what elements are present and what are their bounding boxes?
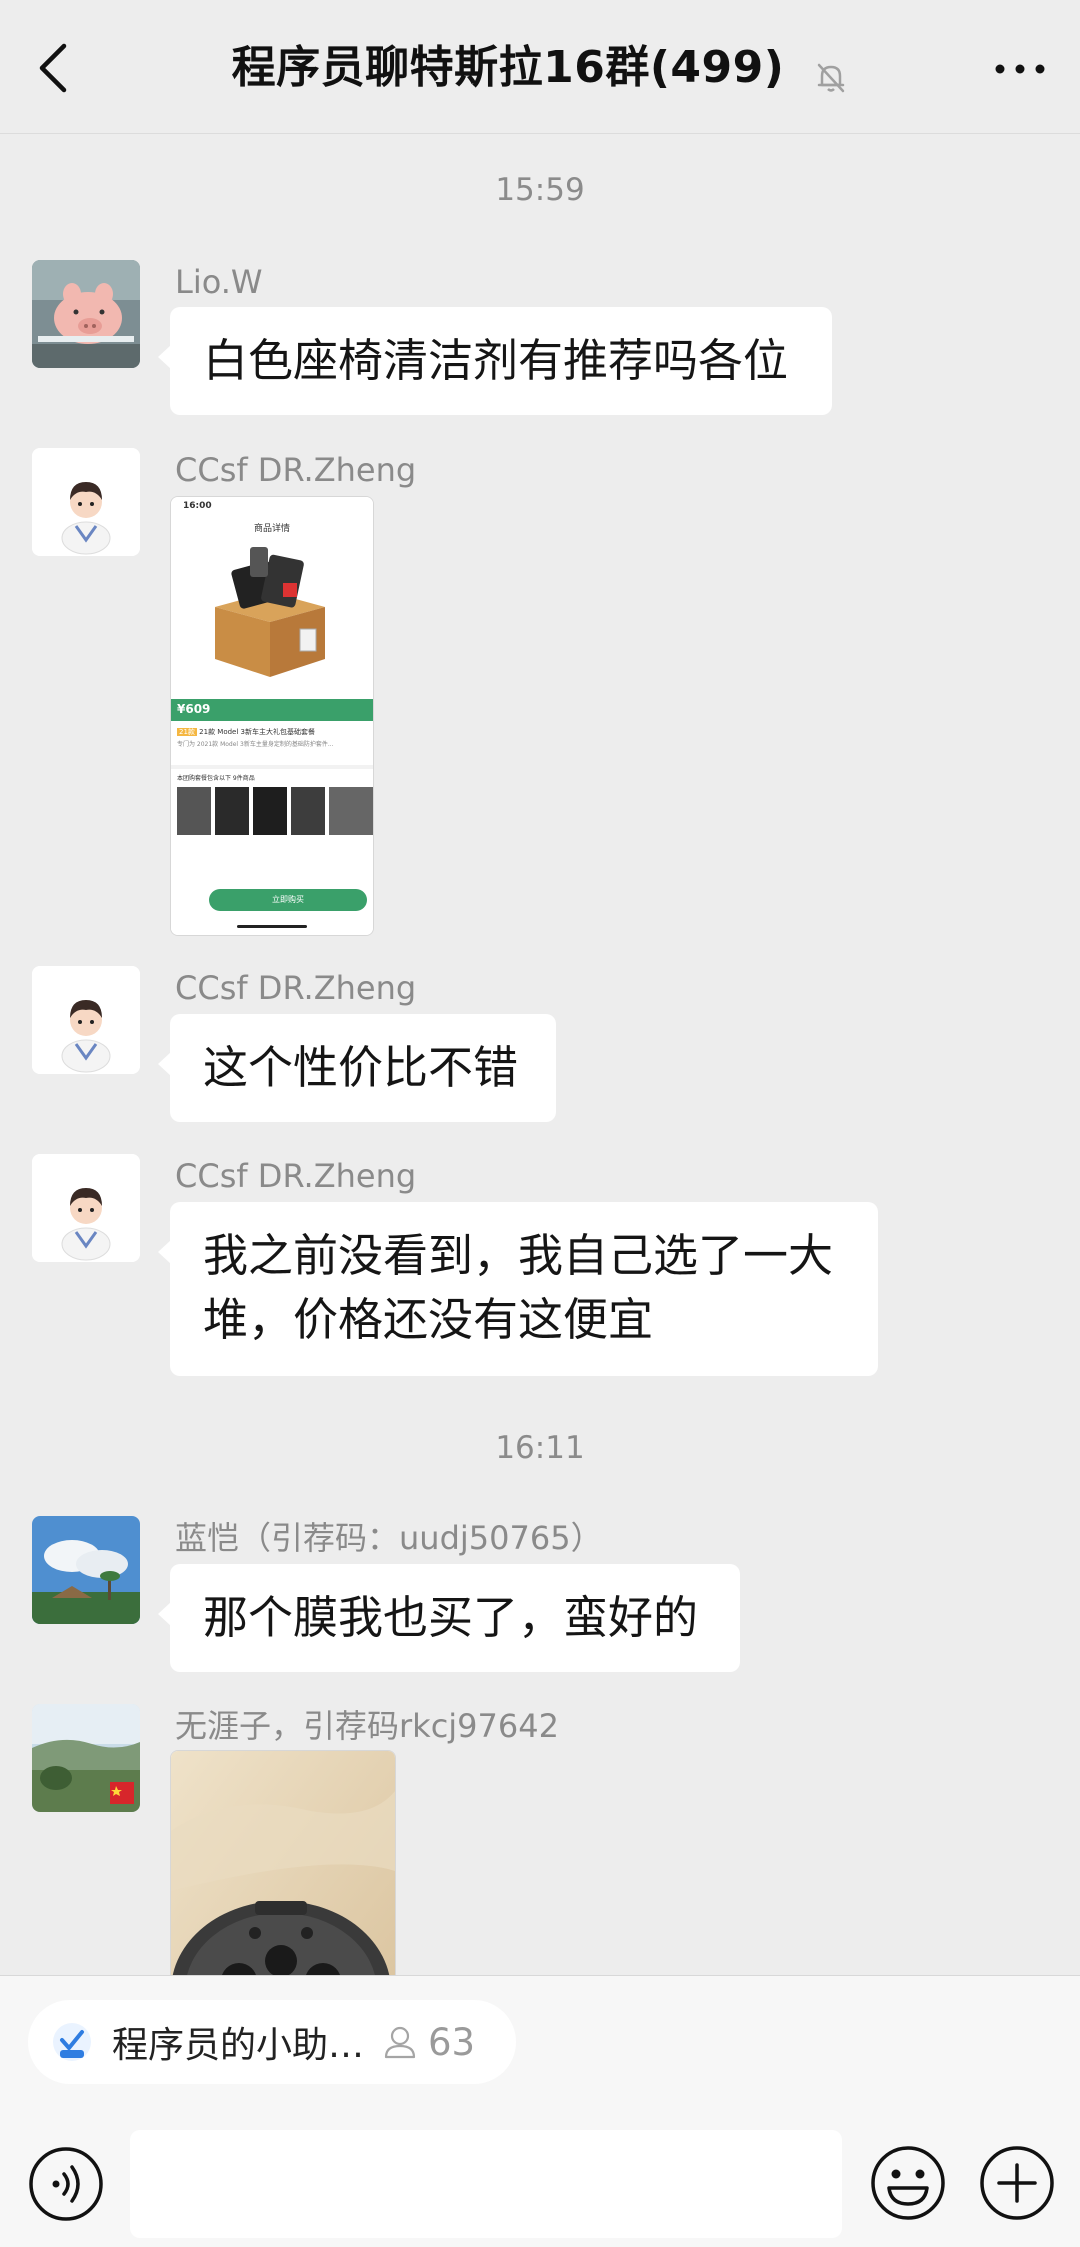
image-status-time: 16:00 (183, 501, 212, 511)
photo-image[interactable] (170, 1750, 396, 1975)
mini-program-logo-icon (53, 2023, 91, 2061)
sender-name: 无涯子，引荐码rkcj97642 (175, 1707, 559, 1745)
charging-port-photo (171, 1751, 395, 1975)
image-product-desc: 专门为 2021款 Model 3新车主量身定制的基础防护套件... (177, 741, 334, 748)
message-bubble[interactable]: 这个性价比不错 (158, 1014, 556, 1122)
person-icon (384, 2026, 416, 2059)
message-bubble[interactable]: 白色座椅清洁剂有推荐吗各位 (158, 307, 832, 415)
avatar[interactable] (32, 966, 140, 1074)
avatar[interactable] (32, 1704, 140, 1812)
message-line: 我之前没看到，我自己选了一大 (203, 1229, 834, 1282)
price-bar: ¥609 (171, 699, 373, 721)
chat-input-area: 程序员的小助… 63 (0, 1975, 1080, 2247)
timestamp: 15:59 (495, 172, 585, 208)
emoji-icon[interactable] (869, 2144, 947, 2222)
message-input[interactable] (130, 2130, 842, 2238)
avatar[interactable] (32, 1516, 140, 1624)
voice-input-icon[interactable] (28, 2146, 104, 2222)
sender-name: CCsf DR.Zheng (175, 1157, 417, 1195)
sender-name: CCsf DR.Zheng (175, 451, 417, 489)
image-page-title: 商品详情 (253, 524, 290, 534)
product-screenshot-image[interactable]: 16:00 商品详情 ¥609 21款 21款 Model 3新车主大礼包基础套… (170, 496, 374, 936)
sender-name: Lio.W (175, 263, 263, 301)
message-bubble[interactable]: 我之前没看到，我自己选了一大 堆，价格还没有这便宜 (158, 1202, 878, 1376)
chat-header: 程序员聊特斯拉16群(499) (0, 0, 1080, 134)
message-list[interactable]: 15:59 Lio.W 白色座椅清洁剂有推荐吗各位 CCsf DR.Zheng (0, 134, 1080, 1975)
image-section-title: 本团购套餐包含以下 9件商品 (177, 775, 255, 782)
image-price: ¥609 (177, 702, 211, 716)
image-buy-button: 立即购买 (209, 889, 367, 911)
timestamp: 16:11 (495, 1430, 585, 1466)
product-box-illustration (215, 547, 325, 677)
chat-title-area[interactable]: 程序员聊特斯拉16群(499) (0, 38, 1080, 98)
more-functions-plus-icon[interactable] (978, 2144, 1056, 2222)
image-product-title: 21款 21款 Model 3新车主大礼包基础套餐 (177, 728, 315, 736)
sender-name: 蓝恺（引荐码：uudj50765） (175, 1519, 603, 1557)
muted-bell-icon (814, 51, 848, 93)
chat-title: 程序员聊特斯拉16群(499) (231, 42, 785, 93)
message-line: 堆，价格还没有这便宜 (203, 1293, 654, 1346)
message-bubble[interactable]: 那个膜我也买了，蛮好的 (158, 1564, 740, 1672)
avatar[interactable] (32, 448, 140, 556)
sender-name: CCsf DR.Zheng (175, 969, 417, 1007)
mini-program-pill[interactable]: 程序员的小助… 63 (28, 2000, 516, 2084)
mini-program-label: 程序员的小助… (112, 2025, 365, 2066)
member-count: 63 (428, 2020, 476, 2064)
more-options-icon[interactable] (990, 44, 1050, 94)
avatar[interactable] (32, 1154, 140, 1262)
avatar[interactable] (32, 260, 140, 368)
